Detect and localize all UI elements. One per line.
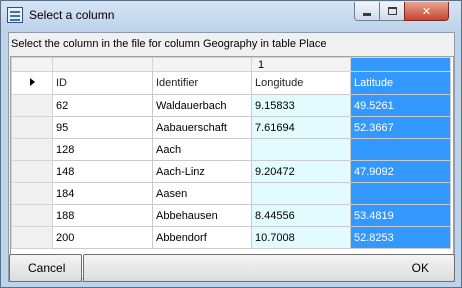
current-row-arrow-icon: [29, 78, 35, 86]
ok-button[interactable]: OK: [83, 254, 455, 282]
maximize-button[interactable]: [379, 2, 405, 21]
cell-longitude[interactable]: [251, 138, 351, 161]
cell-identifier[interactable]: Waldauerbach: [152, 94, 252, 117]
column-number-cell: 1: [251, 57, 351, 72]
cell-longitude[interactable]: [251, 182, 351, 205]
table-row[interactable]: 128 Aach: [11, 138, 451, 161]
cell-id[interactable]: 184: [52, 182, 153, 205]
header-cell-identifier[interactable]: Identifier: [152, 71, 252, 95]
row-header[interactable]: [11, 182, 53, 205]
select-column-dialog: Select a column ✕ Select the column in t…: [0, 0, 462, 288]
cell-longitude[interactable]: 8.44556: [251, 204, 351, 227]
cell-identifier[interactable]: Aach-Linz: [152, 160, 252, 183]
window-title: Select a column: [29, 8, 115, 22]
header-cell-id[interactable]: ID: [52, 71, 153, 95]
table-row[interactable]: 188 Abbehausen 8.44556 53.4819: [11, 204, 451, 227]
table-row[interactable]: 62 Waldauerbach 9.15833 49.5261: [11, 94, 451, 117]
cell-latitude[interactable]: 47.9092: [350, 160, 451, 183]
row-header[interactable]: [11, 116, 53, 139]
column-number-cell: [152, 57, 252, 72]
cell-identifier[interactable]: Aach: [152, 138, 252, 161]
table-row[interactable]: 184 Aasen: [11, 182, 451, 205]
cell-latitude[interactable]: 49.5261: [350, 94, 451, 117]
header-row: ID Identifier Longitude Latitude: [11, 71, 451, 95]
dialog-content: Select the column in the file for column…: [8, 32, 455, 282]
row-header[interactable]: [11, 160, 53, 183]
cell-identifier[interactable]: Aabauerschaft: [152, 116, 252, 139]
cell-id[interactable]: 95: [52, 116, 153, 139]
cell-id[interactable]: 62: [52, 94, 153, 117]
close-icon: ✕: [421, 5, 432, 18]
cell-latitude[interactable]: [350, 138, 451, 161]
table-icon: [7, 7, 23, 23]
row-header[interactable]: [11, 138, 53, 161]
cell-latitude[interactable]: 53.4819: [350, 204, 451, 227]
cell-id[interactable]: 148: [52, 160, 153, 183]
row-header[interactable]: [11, 226, 53, 249]
cell-longitude[interactable]: 7.61694: [251, 116, 351, 139]
table-row[interactable]: 95 Aabauerschaft 7.61694 52.3667: [11, 116, 451, 139]
cell-identifier[interactable]: Abbehausen: [152, 204, 252, 227]
cell-longitude[interactable]: 9.15833: [251, 94, 351, 117]
data-grid[interactable]: 1 ID Identifier Longitude Latitude 62 Wa…: [10, 56, 454, 279]
header-cell-latitude[interactable]: Latitude: [350, 71, 451, 95]
cell-id[interactable]: 188: [52, 204, 153, 227]
row-header[interactable]: [11, 204, 53, 227]
cell-longitude[interactable]: 9.20472: [251, 160, 351, 183]
header-cell-longitude[interactable]: Longitude: [251, 71, 351, 95]
minimize-icon: [363, 12, 371, 16]
corner-cell: [11, 57, 53, 72]
row-header[interactable]: [11, 71, 53, 95]
column-number-cell[interactable]: [350, 57, 451, 72]
cell-latitude[interactable]: 52.8253: [350, 226, 451, 249]
minimize-button[interactable]: [354, 2, 380, 21]
title-bar[interactable]: Select a column ✕: [1, 1, 461, 31]
cell-identifier[interactable]: Aasen: [152, 182, 252, 205]
cancel-button[interactable]: Cancel: [9, 254, 82, 282]
cell-latitude[interactable]: [350, 182, 451, 205]
cell-id[interactable]: 200: [52, 226, 153, 249]
table-row[interactable]: 200 Abbendorf 10.7008 52.8253: [11, 226, 451, 249]
cell-longitude[interactable]: 10.7008: [251, 226, 351, 249]
maximize-icon: [387, 7, 397, 15]
table-row[interactable]: 148 Aach-Linz 9.20472 47.9092: [11, 160, 451, 183]
cell-id[interactable]: 128: [52, 138, 153, 161]
cell-identifier[interactable]: Abbendorf: [152, 226, 252, 249]
column-number-cell: [52, 57, 153, 72]
row-header[interactable]: [11, 94, 53, 117]
column-number-row: 1: [11, 57, 451, 72]
cell-latitude[interactable]: 52.3667: [350, 116, 451, 139]
close-button[interactable]: ✕: [404, 2, 449, 21]
instruction-label: Select the column in the file for column…: [11, 38, 327, 50]
